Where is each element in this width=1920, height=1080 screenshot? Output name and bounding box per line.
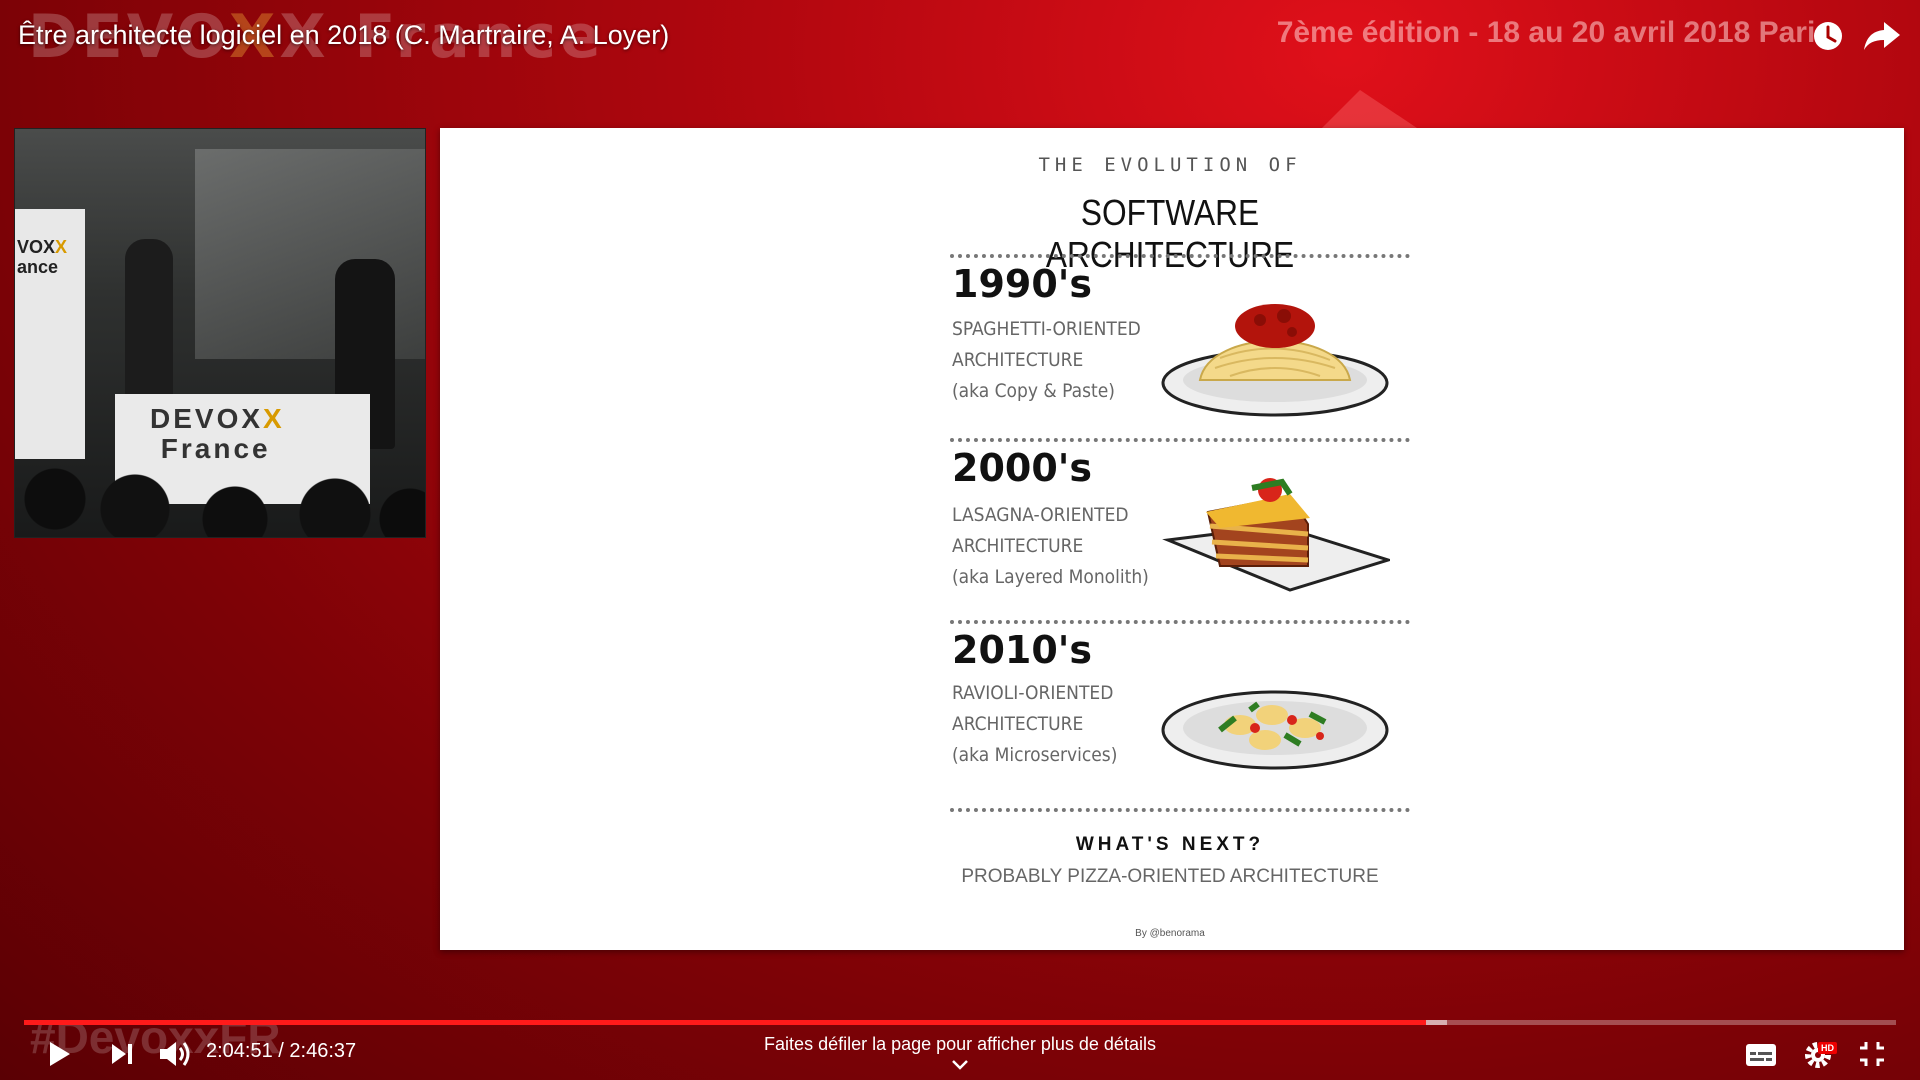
era-2000s-heading: 2000's [952, 446, 1093, 490]
whats-next-subtitle: PROBABLY PIZZA-ORIENTED ARCHITECTURE [961, 866, 1379, 887]
share-arrow-icon [1864, 22, 1900, 50]
era-2000s-description: LASAGNA-ORIENTED ARCHITECTURE (aka Layer… [952, 504, 1149, 588]
banner-text: VOXX ance [17, 237, 68, 277]
share-button[interactable] [1862, 18, 1902, 54]
exit-fullscreen-icon [1860, 1042, 1884, 1066]
subtitles-icon [1746, 1044, 1776, 1066]
volume-button[interactable] [154, 1036, 194, 1072]
play-icon [50, 1042, 70, 1066]
ravioli-plate-image [1161, 690, 1389, 770]
era-1990s-heading: 1990's [952, 262, 1093, 306]
scroll-hint[interactable]: Faites défiler la page pour afficher plu… [700, 1034, 1220, 1055]
time-display: 2:04:51 / 2:46:37 [206, 1040, 357, 1062]
era-1990s-description: SPAGHETTI-ORIENTED ARCHITECTURE (aka Cop… [952, 318, 1141, 402]
play-button[interactable] [40, 1036, 76, 1072]
table-banner-text: DEVOXX France [150, 403, 285, 464]
volume-icon [160, 1042, 190, 1066]
speaker-camera-view: VOXX ance DEVOXX France [14, 128, 426, 538]
clock-icon [1814, 22, 1842, 50]
skip-next-icon [112, 1044, 132, 1064]
edition-background-text: 7ème édition - 18 au 20 avril 2018 Paris [1276, 16, 1832, 49]
audience-silhouettes [15, 459, 425, 537]
dotted-divider [950, 620, 1410, 624]
video-title[interactable]: Être architecte logiciel en 2018 (C. Mar… [18, 20, 669, 51]
era-2010s-heading: 2010's [952, 628, 1093, 672]
slide-byline: By @benorama [1135, 928, 1205, 939]
era-2010s-description: RAVIOLI-ORIENTED ARCHITECTURE (aka Micro… [952, 682, 1118, 766]
dotted-divider [950, 808, 1410, 812]
dotted-divider [950, 254, 1410, 258]
played-bar [24, 1020, 1427, 1025]
exit-fullscreen-button[interactable] [1854, 1036, 1890, 1072]
spaghetti-plate-image [1161, 304, 1389, 417]
next-button[interactable] [104, 1036, 140, 1072]
hd-badge: HD [1818, 1042, 1837, 1054]
decorative-shard [1320, 90, 1420, 130]
lasagna-plate-image [1162, 478, 1390, 592]
slide-eyebrow: THE EVOLUTION OF [1038, 154, 1302, 176]
watch-later-button[interactable] [1810, 18, 1846, 54]
chevron-down-icon[interactable] [950, 1058, 970, 1072]
progress-bar[interactable] [24, 1020, 1896, 1025]
subtitles-button[interactable] [1744, 1036, 1778, 1072]
whats-next-heading: WHAT'S NEXT? [1075, 834, 1265, 855]
dotted-divider [950, 438, 1410, 442]
presentation-slide: THE EVOLUTION OF SOFTWARE ARCHITECTURE 1… [440, 128, 1904, 950]
